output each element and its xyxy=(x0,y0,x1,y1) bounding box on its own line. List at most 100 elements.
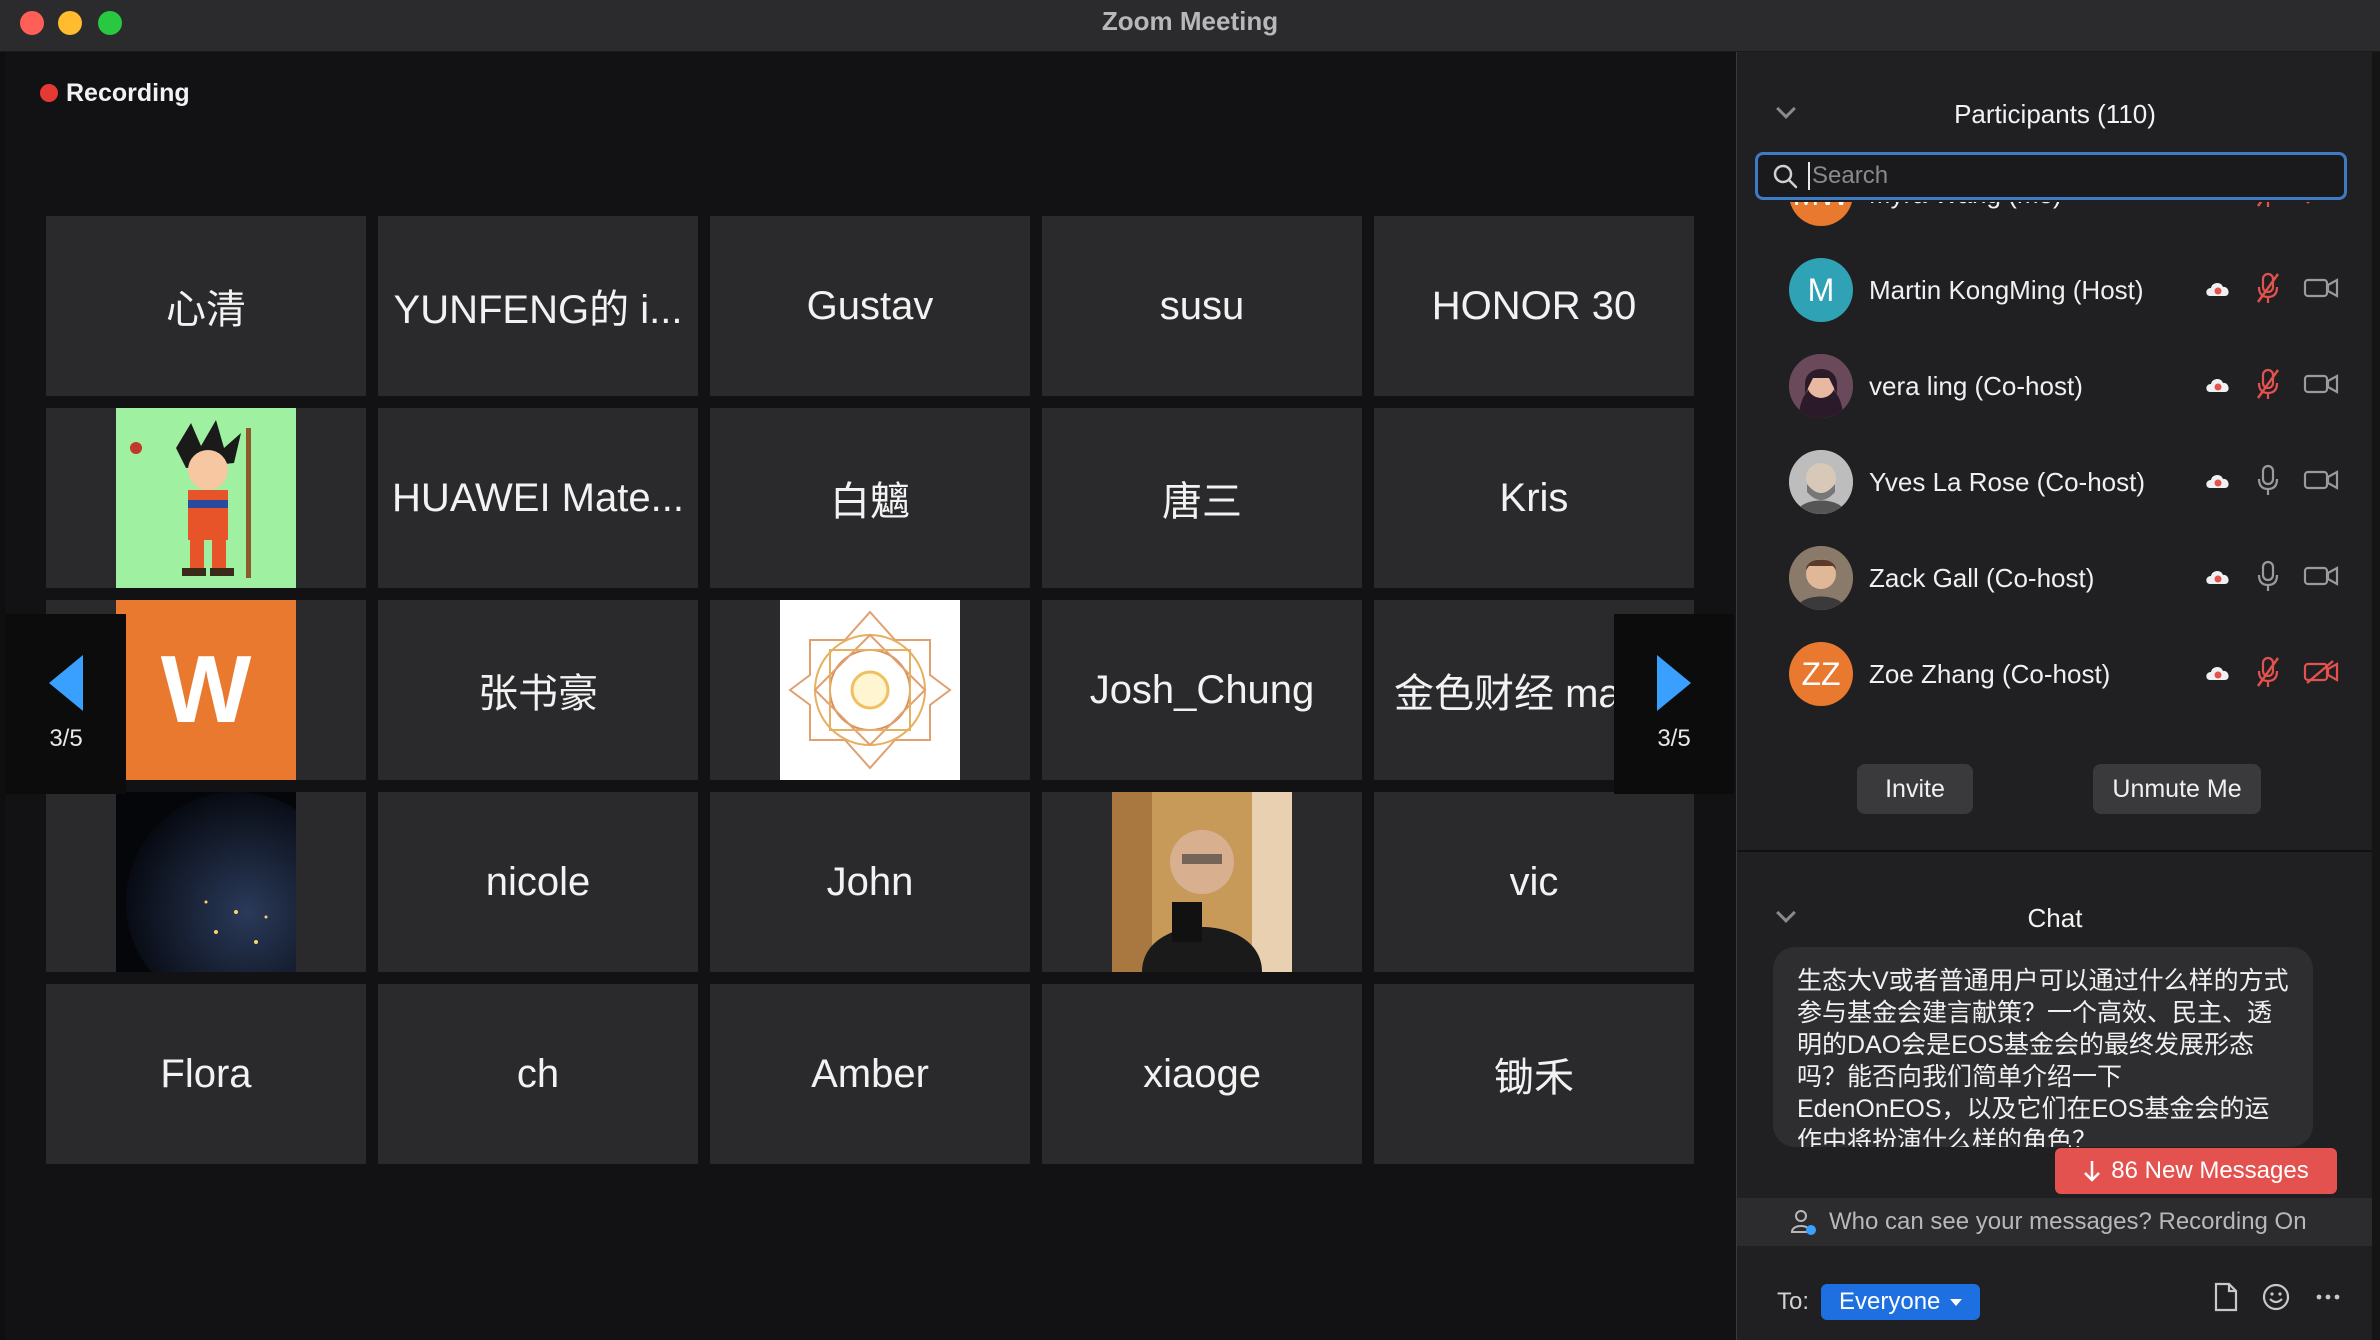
more-options-icon[interactable] xyxy=(2313,1282,2343,1312)
participant-avatar: MW xyxy=(1789,202,1853,226)
participant-name: Zoe Zhang (Co-host) xyxy=(1869,658,2111,689)
participant-tile[interactable]: 张书豪 xyxy=(378,600,698,780)
microphone-muted-icon[interactable] xyxy=(2255,367,2281,406)
person-visibility-icon xyxy=(1790,1210,1816,1235)
arrow-left-icon xyxy=(49,655,83,711)
recording-indicator[interactable]: Recording xyxy=(40,76,190,110)
participant-tile[interactable]: YUNFENG的 i... xyxy=(378,216,698,396)
video-camera-icon[interactable] xyxy=(2303,275,2339,306)
participant-search[interactable] xyxy=(1755,152,2347,200)
mandala-avatar xyxy=(780,600,960,780)
collapse-chat-chevron-icon[interactable] xyxy=(1776,903,1796,923)
participant-row[interactable]: Yves La Rose (Co-host) xyxy=(1737,434,2373,530)
tile-participant-name: 白魑 xyxy=(830,480,910,524)
tile-participant-name: Josh_Chung xyxy=(1089,667,1315,712)
tile-participant-name: vic xyxy=(1509,859,1559,904)
participant-tile[interactable]: John xyxy=(710,792,1030,972)
chat-toolbar xyxy=(2213,1282,2343,1312)
microphone-icon[interactable] xyxy=(2255,463,2281,502)
man-photo-avatar xyxy=(1112,792,1292,972)
participant-row[interactable]: MW Myra Wang (me) xyxy=(1737,202,2373,242)
participant-tile[interactable]: 白魑 xyxy=(710,408,1030,588)
tile-participant-name: YUNFENG的 i... xyxy=(393,288,683,332)
participant-tile[interactable]: HONOR 30 xyxy=(1374,216,1694,396)
participant-tile[interactable]: susu xyxy=(1042,216,1362,396)
participant-name: Zack Gall (Co-host) xyxy=(1869,562,2095,593)
microphone-muted-icon[interactable] xyxy=(2255,202,2281,214)
letter-w-avatar: W xyxy=(116,600,296,780)
recording-cloud-icon xyxy=(2203,373,2233,400)
page-indicator-right: 3/5 xyxy=(1657,725,1691,752)
earth-avatar xyxy=(116,792,296,972)
tile-participant-name: John xyxy=(826,859,914,904)
participant-tile[interactable]: nicole xyxy=(378,792,698,972)
video-camera-icon[interactable] xyxy=(2303,563,2339,594)
participants-header: Participants (110) xyxy=(1737,84,2373,144)
participant-status-icons xyxy=(2203,559,2339,598)
participant-name: Martin KongMing (Host) xyxy=(1869,274,2144,305)
participant-tile[interactable]: Gustav xyxy=(710,216,1030,396)
participant-status-icons xyxy=(2203,655,2339,694)
participant-tile[interactable]: 锄禾 xyxy=(1374,984,1694,1164)
section-divider xyxy=(1737,850,2373,852)
chat-header: Chat xyxy=(1737,888,2373,948)
participant-tile[interactable]: HUAWEI Mate... xyxy=(378,408,698,588)
microphone-icon[interactable] xyxy=(2255,559,2281,598)
collapse-participants-chevron-icon[interactable] xyxy=(1776,99,1796,119)
message-visibility-bar[interactable]: Who can see your messages? Recording On xyxy=(1737,1198,2373,1246)
participant-tile[interactable]: Flora xyxy=(46,984,366,1164)
video-grid: 心清 YUNFENG的 i... Gustav susu HONOR 30 HUAWEI … xyxy=(46,216,1694,1164)
avatar-initials: MW xyxy=(1793,202,1850,213)
participant-tile[interactable]: Josh_Chung xyxy=(1042,600,1362,780)
participant-tile[interactable] xyxy=(46,408,366,588)
tile-participant-name: susu xyxy=(1159,283,1245,328)
new-messages-button[interactable]: 86 New Messages xyxy=(2055,1148,2337,1194)
video-off-icon[interactable] xyxy=(2303,202,2339,210)
tile-participant-name: xiaoge xyxy=(1143,1051,1261,1096)
video-camera-icon[interactable] xyxy=(2303,371,2339,402)
recipient-row: To: Everyone xyxy=(1777,1282,1981,1322)
participant-tile[interactable] xyxy=(46,792,366,972)
unmute-me-button[interactable]: Unmute Me xyxy=(2093,764,2261,814)
recording-cloud-icon xyxy=(2203,277,2233,304)
tile-participant-name: 锄禾 xyxy=(1494,1056,1574,1100)
participant-tile[interactable]: Kris xyxy=(1374,408,1694,588)
participant-tile[interactable]: xiaoge xyxy=(1042,984,1362,1164)
participant-tile[interactable]: Amber xyxy=(710,984,1030,1164)
participant-row[interactable]: M Martin KongMing (Host) xyxy=(1737,242,2373,338)
recording-label: Recording xyxy=(66,78,190,107)
participant-row[interactable]: vera ling (Co-host) xyxy=(1737,338,2373,434)
participant-avatar xyxy=(1789,354,1853,418)
participant-name: Yves La Rose (Co-host) xyxy=(1869,466,2146,497)
previous-page-button[interactable]: 3/5 xyxy=(6,614,126,794)
participant-row[interactable]: ZZ Zoe Zhang (Co-host) xyxy=(1737,626,2373,722)
tile-participant-name: 唐三 xyxy=(1162,480,1242,524)
participant-tile[interactable]: vic xyxy=(1374,792,1694,972)
video-off-icon[interactable] xyxy=(2303,659,2339,690)
participants-title: Participants (110) xyxy=(1954,98,2156,129)
emoji-icon[interactable] xyxy=(2261,1282,2291,1312)
participant-row[interactable]: Zack Gall (Co-host) xyxy=(1737,530,2373,626)
participant-avatar: M xyxy=(1789,258,1853,322)
recipient-dropdown[interactable]: Everyone xyxy=(1821,1284,1981,1320)
recording-cloud-icon xyxy=(2203,469,2233,496)
goku-avatar xyxy=(116,408,296,588)
next-page-button[interactable]: 3/5 xyxy=(1614,614,1734,794)
invite-button[interactable]: Invite xyxy=(1857,764,1973,814)
microphone-muted-icon[interactable] xyxy=(2255,271,2281,310)
participant-tile[interactable]: ch xyxy=(378,984,698,1164)
participant-tile[interactable] xyxy=(1042,792,1362,972)
file-icon[interactable] xyxy=(2213,1282,2239,1312)
video-camera-icon[interactable] xyxy=(2303,467,2339,498)
participant-tile[interactable] xyxy=(710,600,1030,780)
recording-cloud-icon xyxy=(2203,565,2233,592)
arrow-right-icon xyxy=(1657,655,1691,711)
title-bar: Zoom Meeting xyxy=(0,0,2380,52)
participant-tile[interactable]: 心清 xyxy=(46,216,366,396)
participant-tile[interactable]: 唐三 xyxy=(1042,408,1362,588)
tile-participant-name: ch xyxy=(516,1051,560,1096)
avatar-initials: ZZ xyxy=(1801,655,1841,692)
tile-participant-name: HONOR 30 xyxy=(1431,283,1637,328)
microphone-muted-icon[interactable] xyxy=(2255,655,2281,694)
search-input[interactable] xyxy=(1812,162,2332,190)
